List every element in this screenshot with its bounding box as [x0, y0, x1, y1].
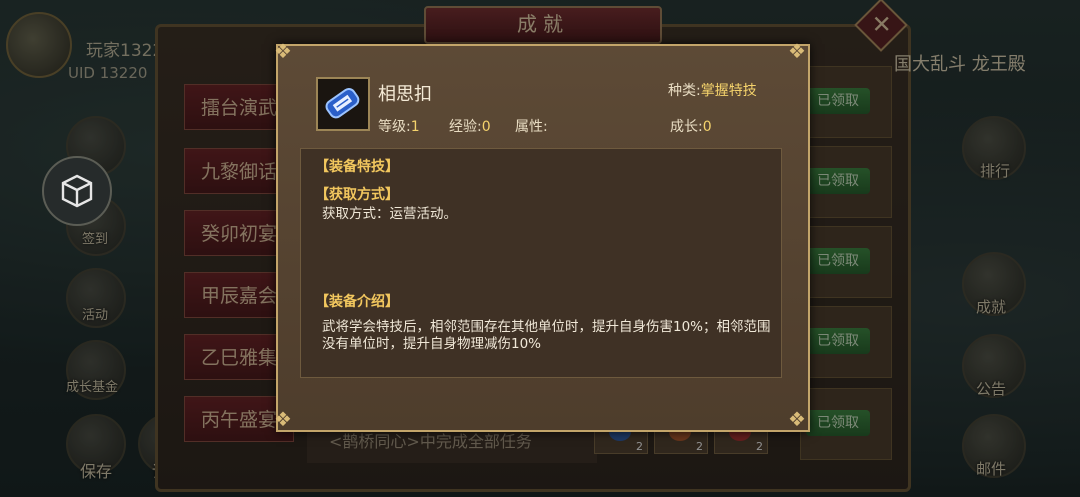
- kind-value: 掌握特技: [700, 83, 757, 99]
- growth-label: 成长:: [670, 119, 703, 135]
- corner-ornament-icon: ❖: [274, 39, 292, 63]
- exp-label: 经验:: [449, 119, 482, 135]
- growth-value: 0: [702, 119, 712, 135]
- item-kind: 种类:掌握特技: [668, 80, 757, 100]
- acquire-text: 获取方式：运营活动。: [322, 206, 457, 222]
- item-exp: 经验:0: [449, 116, 491, 136]
- item-attribute: 属性:: [515, 116, 548, 136]
- item-name: 相思扣: [378, 84, 432, 105]
- level-label: 等级:: [378, 119, 411, 135]
- level-value: 1: [410, 119, 420, 135]
- corner-ornament-icon: ❖: [788, 39, 806, 63]
- kind-label: 种类:: [668, 83, 701, 99]
- cube-icon: [61, 174, 93, 208]
- intro-heading: 【装备介绍】: [315, 294, 399, 310]
- item-growth: 成长:0: [670, 116, 712, 136]
- corner-ornament-icon: ❖: [788, 407, 806, 431]
- cube-menu-button[interactable]: [42, 156, 112, 226]
- skill-heading: 【装备特技】: [315, 159, 399, 175]
- corner-ornament-icon: ❖: [274, 407, 292, 431]
- item-level: 等级:1: [378, 116, 420, 136]
- exp-value: 0: [481, 119, 491, 135]
- attr-label: 属性:: [515, 119, 548, 135]
- intro-text: 武将学会特技后，相邻范围存在其他单位时，提升自身伤害10%；相邻范围没有单位时，…: [322, 319, 771, 352]
- acquire-heading: 【获取方式】: [315, 187, 399, 203]
- blue-talisman-icon: [316, 77, 370, 131]
